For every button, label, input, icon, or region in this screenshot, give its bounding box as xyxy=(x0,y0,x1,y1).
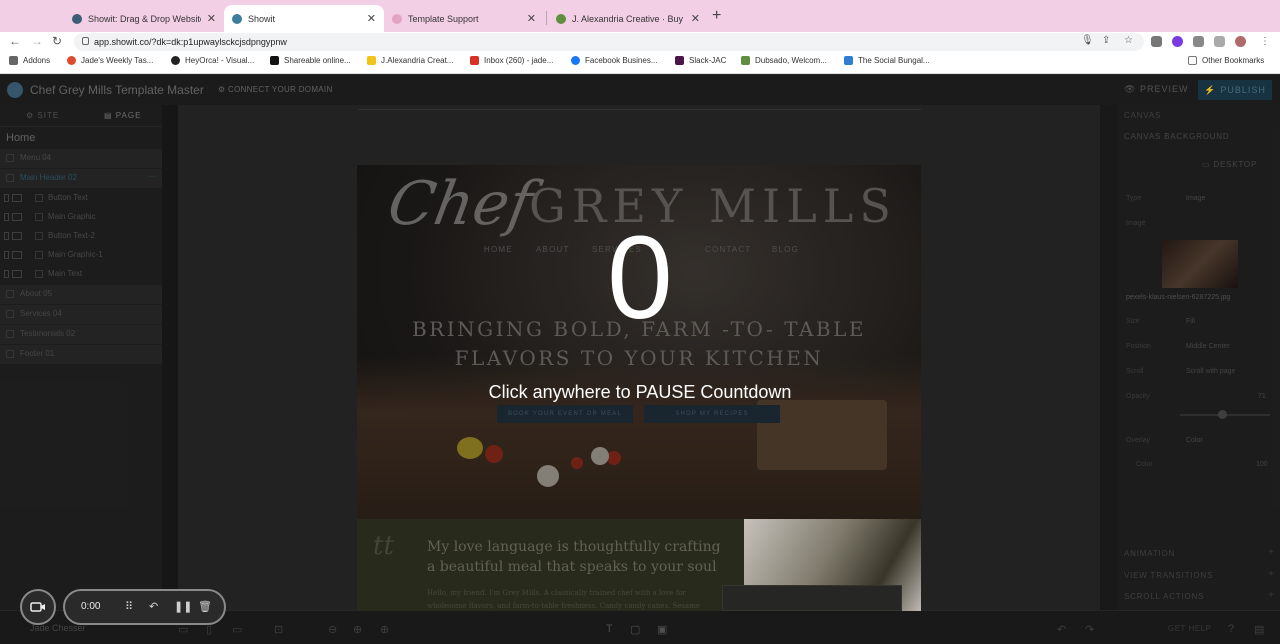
tab-title: Showit xyxy=(248,13,276,24)
recording-controls: 0:00 ⠿ ↶ ❚❚ 🗑 xyxy=(63,589,226,625)
new-tab-icon[interactable]: + xyxy=(712,7,721,25)
video-camera-icon xyxy=(30,602,45,612)
bookmark-item[interactable]: The Social Bungal... xyxy=(844,56,930,65)
pause-countdown-text[interactable]: Click anywhere to PAUSE Countdown xyxy=(0,382,1280,403)
countdown-overlay[interactable] xyxy=(0,75,1280,644)
gmail-icon xyxy=(470,56,479,65)
mic-icon[interactable]: 🎙 xyxy=(1081,35,1094,46)
undo-recording-icon[interactable]: ↶ xyxy=(149,600,158,613)
bookmark-star-icon[interactable]: ☆ xyxy=(1124,35,1133,46)
bookmarks-bar: Addons Jade's Weekly Tas... HeyOrca! - V… xyxy=(0,52,1280,74)
close-tab-icon[interactable]: ✕ xyxy=(691,12,700,25)
bookmark-item[interactable]: J.Alexandria Creat... xyxy=(367,56,453,65)
bookmark-label: HeyOrca! - Visual... xyxy=(185,56,255,65)
browser-tab-strip: Showit: Drag & Drop Website B ✕ Showit ✕… xyxy=(0,0,1280,32)
url-input[interactable]: app.showit.co/?dk=dk:p1upwaylsckcjsdpngy… xyxy=(74,33,1144,51)
bookmark-label: Slack-JAC xyxy=(689,56,727,65)
bookmark-item[interactable]: Shareable online... xyxy=(270,56,351,65)
doc-icon xyxy=(367,56,376,65)
dubsado-icon xyxy=(741,56,750,65)
recording-timer: 0:00 xyxy=(81,601,101,612)
countdown-number[interactable]: 0 xyxy=(0,218,1280,338)
bookmark-label: Facebook Busines... xyxy=(585,56,658,65)
browser-tab[interactable]: Showit: Drag & Drop Website B ✕ xyxy=(64,5,224,32)
bookmark-item[interactable]: Addons xyxy=(9,56,50,65)
extension-color-icon[interactable] xyxy=(1172,36,1183,47)
bookmark-item[interactable]: Dubsado, Welcom... xyxy=(741,56,827,65)
showit-favicon-icon xyxy=(72,13,82,24)
tab-title: Showit: Drag & Drop Website B xyxy=(88,13,201,24)
close-tab-icon[interactable]: ✕ xyxy=(527,12,536,25)
heyorca-icon xyxy=(171,56,180,65)
grid-dots-icon[interactable]: ⠿ xyxy=(125,600,133,613)
meta-icon xyxy=(571,56,580,65)
trash-icon[interactable]: 🗑 xyxy=(198,600,212,613)
other-bookmarks[interactable]: Other Bookmarks xyxy=(1188,56,1264,65)
sidepanel-icon[interactable] xyxy=(1214,36,1225,47)
bookmark-label: Dubsado, Welcom... xyxy=(755,56,827,65)
notion-icon xyxy=(270,56,279,65)
shopify-favicon-icon xyxy=(556,13,566,24)
bookmark-label: Inbox (260) - jade... xyxy=(484,56,554,65)
bookmark-item[interactable]: Slack-JAC xyxy=(675,56,726,65)
bookmark-label: Addons xyxy=(23,56,51,65)
url-text: app.showit.co/?dk=dk:p1upwaylsckcjsdpngy… xyxy=(94,37,287,47)
reload-icon[interactable]: ↻ xyxy=(52,34,62,48)
social-bungalow-icon xyxy=(844,56,853,65)
bookmark-item[interactable]: Facebook Busines... xyxy=(571,56,657,65)
menu-kebab-icon[interactable]: ⋮ xyxy=(1260,36,1271,47)
apps-grid-icon xyxy=(9,56,18,65)
pause-icon[interactable]: ❚❚ xyxy=(174,600,192,613)
tab-title: J. Alexandria Creative · Buy Bu xyxy=(572,13,685,24)
lock-icon xyxy=(82,37,89,45)
browser-tab-active[interactable]: Showit ✕ xyxy=(224,5,384,32)
close-tab-icon[interactable]: ✕ xyxy=(367,12,376,25)
tab-separator xyxy=(546,11,547,25)
bookmark-item[interactable]: HeyOrca! - Visual... xyxy=(171,56,254,65)
bookmark-label: Other Bookmarks xyxy=(1202,56,1265,65)
support-favicon-icon xyxy=(392,13,402,24)
camera-toggle-button[interactable] xyxy=(20,589,56,625)
bookmark-label: J.Alexandria Creat... xyxy=(381,56,454,65)
bookmark-item[interactable]: Inbox (260) - jade... xyxy=(470,56,553,65)
extension-camera-icon[interactable] xyxy=(1151,36,1162,47)
forward-icon[interactable]: → xyxy=(31,34,43,48)
bookmark-label: Shareable online... xyxy=(284,56,351,65)
browser-tab[interactable]: J. Alexandria Creative · Buy Bu ✕ xyxy=(548,5,708,32)
folder-icon xyxy=(1188,56,1197,65)
address-bar-row: ← → ↻ app.showit.co/?dk=dk:p1upwaylsckcj… xyxy=(0,32,1280,52)
bookmark-label: Jade's Weekly Tas... xyxy=(81,56,154,65)
back-icon[interactable]: ← xyxy=(9,34,21,48)
share-icon[interactable]: ⇪ xyxy=(1102,35,1110,46)
showit-favicon-icon xyxy=(232,13,242,24)
bookmark-item[interactable]: Jade's Weekly Tas... xyxy=(67,56,153,65)
extensions-puzzle-icon[interactable] xyxy=(1193,36,1204,47)
bookmark-label: The Social Bungal... xyxy=(858,56,930,65)
slack-icon xyxy=(675,56,684,65)
tab-title: Template Support xyxy=(408,13,479,24)
close-tab-icon[interactable]: ✕ xyxy=(207,12,216,25)
profile-avatar[interactable] xyxy=(1235,36,1246,47)
asana-icon xyxy=(67,56,76,65)
browser-tab[interactable]: Template Support ✕ xyxy=(384,5,544,32)
